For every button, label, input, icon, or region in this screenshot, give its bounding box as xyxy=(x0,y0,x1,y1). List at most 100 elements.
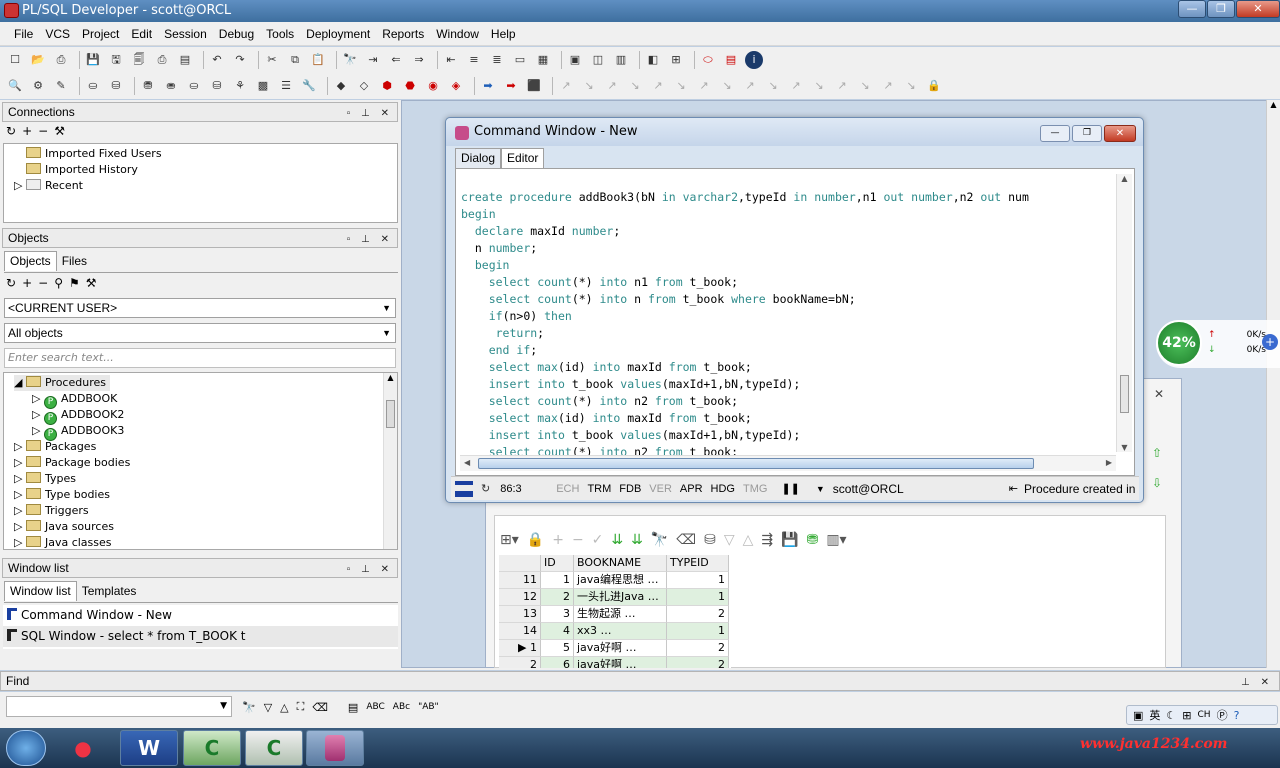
lock-icon[interactable]: 🔒 xyxy=(527,532,544,548)
refresh-icon[interactable]: ↻ xyxy=(6,276,22,290)
find-input[interactable]: ▼ xyxy=(6,696,232,717)
menu-file[interactable]: File xyxy=(8,27,39,41)
plus-icon[interactable]: + xyxy=(1262,334,1278,350)
comment-icon[interactable]: ≣ xyxy=(488,51,506,69)
close-button[interactable]: ✕ xyxy=(1104,125,1136,142)
row-number[interactable]: 11 xyxy=(499,572,541,589)
print-icon[interactable]: ⎙ xyxy=(153,51,171,69)
red-gem3-icon[interactable]: ◉ xyxy=(424,77,442,95)
panel-controls-icon[interactable]: ▫ ⊥ ✕ xyxy=(347,231,393,249)
cell-typeid[interactable]: 1 xyxy=(667,623,729,640)
lock-icon[interactable]: 🔒 xyxy=(925,77,943,95)
add-icon[interactable]: + xyxy=(22,124,38,138)
red-gem-icon[interactable]: ⬢ xyxy=(378,77,396,95)
window-list-item[interactable]: Command Window - New xyxy=(3,605,398,626)
page-setup-icon[interactable]: ▤ xyxy=(176,51,194,69)
cell-typeid[interactable]: 1 xyxy=(667,572,729,589)
panel-controls-icon[interactable]: ▫ ⊥ ✕ xyxy=(347,105,393,123)
panel-controls-icon[interactable]: ▫ ⊥ ✕ xyxy=(347,561,393,579)
help-icon[interactable]: ? xyxy=(1234,709,1240,722)
editor-vscrollbar[interactable]: ▲ ▼ xyxy=(1116,174,1132,452)
app-icon[interactable]: ● xyxy=(66,732,100,764)
save-all-icon[interactable]: 🗐 xyxy=(130,51,148,69)
tree-item[interactable]: ▷ Types xyxy=(14,471,397,487)
tab-objects[interactable]: Objects xyxy=(4,251,57,271)
link-icon[interactable]: ⇶ xyxy=(761,532,773,548)
tree-item[interactable]: ▷ Package bodies xyxy=(14,455,397,471)
arrange-icon[interactable]: ⊞ xyxy=(667,51,685,69)
cell-id[interactable]: 2 xyxy=(541,589,574,606)
explain-icon[interactable]: ⚘ xyxy=(231,77,249,95)
unindent-icon[interactable]: ≡ xyxy=(465,51,483,69)
tree-item[interactable]: Imported Fixed Users xyxy=(14,146,397,162)
eraser-icon[interactable]: ⌫ xyxy=(312,701,328,714)
info-icon[interactable]: i xyxy=(745,51,763,69)
ime-width-icon[interactable]: ⊞ xyxy=(1182,709,1191,722)
chart-icon[interactable]: ▩ xyxy=(254,77,272,95)
cell-typeid[interactable]: 1 xyxy=(667,589,729,606)
find-icon[interactable]: 🔭 xyxy=(341,51,359,69)
ime-punct-icon[interactable]: ☾ xyxy=(1166,709,1176,722)
uncomment-icon[interactable]: ▭ xyxy=(511,51,529,69)
save-icon[interactable]: 💾 xyxy=(84,51,102,69)
ime-mode-icon[interactable]: ▣ xyxy=(1133,709,1143,722)
grid-header-bookname[interactable]: BOOKNAME xyxy=(574,555,667,572)
clear-icon[interactable]: ⌫ xyxy=(676,532,696,548)
cell-bookname[interactable]: 一头扎进Java … xyxy=(574,589,667,606)
oracle-icon[interactable]: ⬭ xyxy=(699,51,717,69)
start-button[interactable] xyxy=(6,730,46,766)
cell-typeid[interactable]: 2 xyxy=(667,606,729,623)
cell-bookname[interactable]: 生物起源 … xyxy=(574,606,667,623)
tmg-flag[interactable]: TMG xyxy=(743,483,767,495)
diamond2-icon[interactable]: ◇ xyxy=(355,77,373,95)
print-preview-icon[interactable]: ⎙ xyxy=(52,51,70,69)
remove-icon[interactable]: − xyxy=(38,124,54,138)
tools-icon[interactable]: ⚒ xyxy=(86,276,103,290)
red-gem4-icon[interactable]: ◈ xyxy=(447,77,465,95)
tab-templates[interactable]: Templates xyxy=(77,582,142,602)
commit-icon[interactable]: ⛀ xyxy=(84,77,102,95)
cell-bookname[interactable]: java好啊 … xyxy=(574,657,667,668)
tree-item-procedure[interactable]: ▷ P ADDBOOK xyxy=(14,391,397,409)
row-number[interactable]: 2 xyxy=(499,657,541,668)
ime-p-icon[interactable]: Ⓟ xyxy=(1217,707,1228,723)
taskbar-plsql[interactable] xyxy=(306,730,364,766)
trm-flag[interactable]: TRM xyxy=(587,483,611,495)
pdf-icon[interactable]: ▤ xyxy=(722,51,740,69)
arrow-right-blue-icon[interactable]: ➡ xyxy=(479,77,497,95)
arrow-right-red-icon[interactable]: ➡ xyxy=(502,77,520,95)
new-icon[interactable]: ☐ xyxy=(6,51,24,69)
maximize-button[interactable]: ❐ xyxy=(1072,125,1102,142)
cell-id[interactable]: 5 xyxy=(541,640,574,657)
sql-nav-icons[interactable]: ⇧ ⇩ xyxy=(1146,438,1168,498)
minimize-button[interactable]: — xyxy=(1178,0,1206,18)
row-number[interactable]: 12 xyxy=(499,589,541,606)
undo-icon[interactable]: ↶ xyxy=(208,51,226,69)
tree-item[interactable]: ▷ Java sources xyxy=(14,519,397,535)
close-button[interactable]: ✕ xyxy=(1236,0,1280,18)
taskbar-camtasia[interactable]: C xyxy=(183,730,241,766)
fetch-all-icon[interactable]: ⇊ xyxy=(631,532,643,548)
mdi-scrollbar[interactable]: ▲ xyxy=(1266,100,1280,668)
tree-item[interactable]: Imported History xyxy=(14,162,397,178)
query-icon[interactable]: 🔍 xyxy=(6,77,24,95)
ver-flag[interactable]: VER xyxy=(649,483,672,495)
chart-icon[interactable]: ▥▾ xyxy=(826,532,846,548)
regex-button[interactable]: "AB" xyxy=(418,702,439,712)
menu-reports[interactable]: Reports xyxy=(376,27,430,41)
export-icon[interactable]: ⛁ xyxy=(704,532,716,548)
tree-item[interactable]: ▷ Recent xyxy=(14,178,397,194)
pause-icon[interactable]: ❚❚ xyxy=(781,482,799,495)
find-icon[interactable]: ⚲ xyxy=(54,276,69,290)
sql-close-icon[interactable]: ✕ xyxy=(1142,383,1176,405)
grid-header-id[interactable]: ID xyxy=(541,555,574,572)
tab-dialog[interactable]: Dialog xyxy=(455,148,502,168)
object-search-input[interactable]: Enter search text... xyxy=(4,348,396,368)
red-gem2-icon[interactable]: ⬣ xyxy=(401,77,419,95)
tree-item-procedure[interactable]: ▷ P ADDBOOK3 xyxy=(14,423,397,441)
apr-flag[interactable]: APR xyxy=(680,483,703,495)
binoculars-icon[interactable]: 🔭 xyxy=(242,701,256,714)
cell-id[interactable]: 4 xyxy=(541,623,574,640)
menu-project[interactable]: Project xyxy=(76,27,125,41)
cut-icon[interactable]: ✂ xyxy=(263,51,281,69)
